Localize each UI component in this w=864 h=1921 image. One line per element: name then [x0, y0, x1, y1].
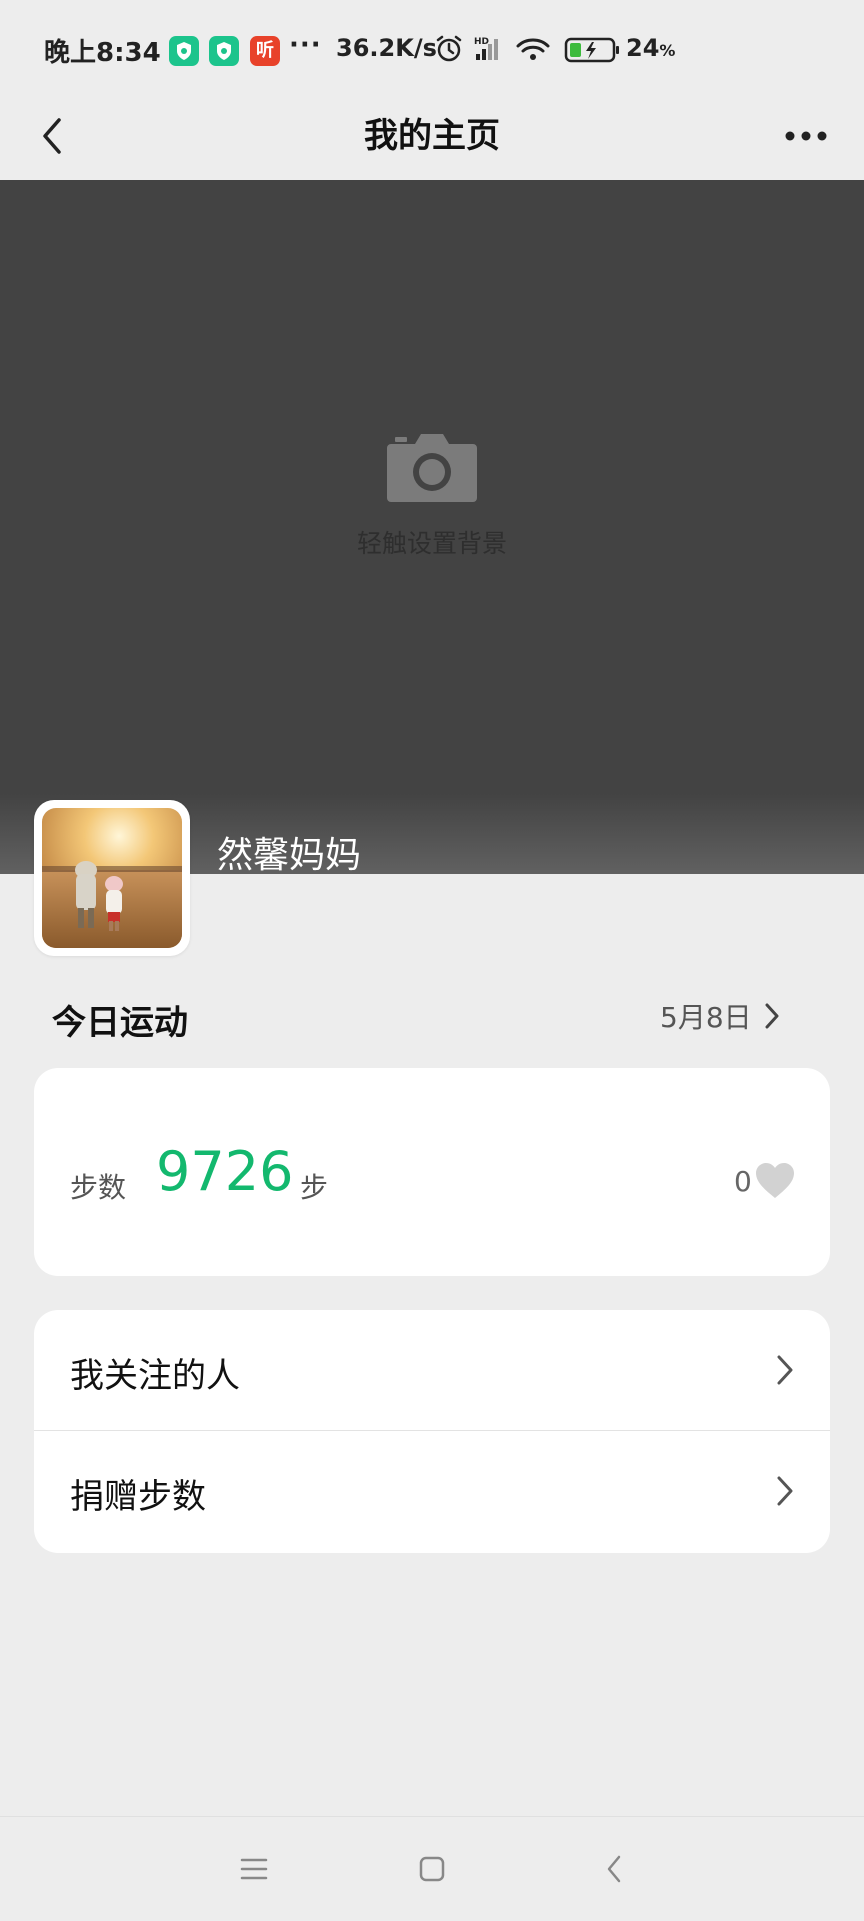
more-button[interactable] [770, 108, 842, 164]
home-button[interactable] [410, 1847, 454, 1891]
recent-apps-button[interactable] [232, 1847, 276, 1891]
steps-label: 步数 [70, 1171, 127, 1204]
system-nav-bar [0, 1816, 864, 1921]
status-icons: HD [432, 34, 622, 68]
status-bar: 晚上8:34 听 ··· 36.2K/s HD 24% [0, 0, 864, 92]
date-selector[interactable]: 5月8日 [660, 996, 780, 1036]
set-background-button[interactable]: 轻触设置背景 [332, 430, 532, 570]
steps-card: 步数 9726 步 0 [34, 1068, 830, 1276]
chevron-right-icon [765, 1003, 779, 1029]
menu-item-following[interactable]: 我关注的人 [34, 1310, 830, 1430]
listen-app-icon: 听 [250, 36, 280, 66]
menu-item-label: 我关注的人 [70, 1356, 240, 1396]
steps-unit: 步 [300, 1171, 329, 1204]
wifi-icon [516, 38, 550, 60]
battery-icon [564, 37, 619, 63]
more-horizontal-icon [785, 131, 827, 141]
battery-percent: 24% [626, 34, 676, 62]
menu-item-label: 捐赠步数 [70, 1477, 206, 1517]
section-title: 今日运动 [52, 1003, 188, 1043]
menu-item-donate-steps[interactable]: 捐赠步数 [34, 1431, 830, 1551]
chevron-right-icon [777, 1355, 793, 1385]
set-background-label: 轻触设置背景 [356, 529, 507, 558]
avatar[interactable] [34, 800, 190, 956]
menu-card: 我关注的人 捐赠步数 [34, 1310, 830, 1553]
home-square-icon [419, 1856, 445, 1882]
like-count: 0 [734, 1164, 752, 1198]
svg-text:HD: HD [474, 37, 489, 47]
cover-image-area[interactable]: 轻触设置背景 [0, 180, 864, 874]
like-button[interactable]: 0 [734, 1162, 796, 1200]
status-time: 晚上8:34 [44, 38, 161, 68]
system-back-button[interactable] [592, 1847, 636, 1891]
shield-app-icon [169, 36, 199, 66]
shield-app-icon [209, 36, 239, 66]
signal-icon: HD [474, 37, 498, 60]
steps-value: 9726 [156, 1140, 294, 1203]
chevron-left-icon [607, 1855, 621, 1883]
avatar-photo [42, 808, 182, 948]
camera-icon [387, 434, 477, 502]
heart-icon [755, 1163, 794, 1198]
page-title: 我的主页 [364, 116, 500, 156]
status-more-icon: ··· [289, 30, 322, 60]
nav-bar: 我的主页 [0, 92, 864, 180]
nickname: 然馨妈妈 [217, 835, 362, 876]
network-speed: 36.2K/s [336, 34, 437, 62]
back-button[interactable] [20, 104, 84, 168]
menu-icon [240, 1858, 268, 1880]
chevron-right-icon [777, 1476, 793, 1506]
chevron-left-icon [43, 118, 61, 154]
date-label: 5月8日 [660, 1001, 752, 1034]
alarm-icon [436, 35, 462, 62]
